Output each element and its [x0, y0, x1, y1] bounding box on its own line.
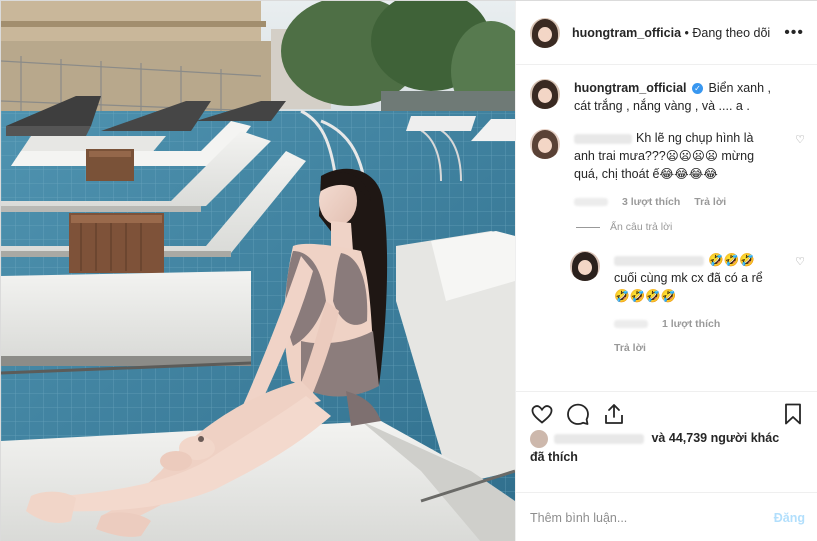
header-user-line: huongtram_officia • Đang theo dõi [572, 26, 770, 40]
comment: Kh lẽ ng chụp hình là anh trai mưa???😦😦😦… [530, 129, 805, 211]
comment-time-blurred [574, 198, 608, 206]
share-icon[interactable] [602, 402, 626, 426]
likes-suffix: đã thích [530, 449, 578, 464]
follow-status-button[interactable]: Đang theo dõi [692, 26, 770, 40]
likes-count[interactable]: và 44,739 người khác [651, 431, 779, 445]
bookmark-icon[interactable] [781, 402, 805, 426]
header-separator: • [681, 25, 693, 40]
commenter-avatar[interactable] [530, 129, 560, 159]
reply-like-heart-icon[interactable]: ♡ [795, 255, 805, 268]
liker-avatar[interactable] [530, 429, 548, 448]
add-comment-bar: Đăng [516, 492, 817, 541]
reply-reply-button[interactable]: Trả lời [614, 339, 646, 357]
comment-meta: 3 lượt thích Trả lời [574, 193, 774, 211]
header-username[interactable]: huongtram_officia [572, 26, 681, 40]
reply-likes[interactable]: 1 lượt thích [662, 315, 720, 333]
hide-replies-line [576, 226, 600, 228]
reply: 🤣🤣🤣 cuối cùng mk cx đã có a rể🤣🤣🤣🤣 1 lượ… [570, 251, 805, 357]
caption-avatar[interactable] [530, 79, 560, 109]
more-options-icon[interactable]: ••• [784, 24, 804, 42]
reply-meta: 1 lượt thích [614, 315, 774, 333]
reply-avatar[interactable] [570, 251, 600, 281]
heart-icon[interactable] [530, 402, 554, 426]
likes-section: và 44,739 người khác đã thích [516, 429, 817, 466]
commenter-username-blurred[interactable] [574, 133, 632, 144]
instagram-post: huongtram_officia • Đang theo dõi ••• hu… [0, 0, 817, 541]
liker-username-blurred[interactable] [554, 433, 644, 444]
post-side-panel: huongtram_officia • Đang theo dõi ••• hu… [515, 1, 817, 541]
comments-list: huongtram_official ✓ Biển xanh , cát trắ… [516, 65, 817, 391]
post-photo-illustration [1, 1, 515, 541]
post-header: huongtram_officia • Đang theo dõi ••• [516, 1, 817, 65]
caption-text-block: huongtram_official ✓ Biển xanh , cát trắ… [574, 79, 774, 115]
caption: huongtram_official ✓ Biển xanh , cát trắ… [530, 79, 805, 115]
reply-username-blurred[interactable] [614, 255, 704, 266]
caption-username[interactable]: huongtram_official [574, 81, 687, 95]
comment-body: Kh lẽ ng chụp hình là anh trai mưa???😦😦😦… [574, 129, 774, 211]
comment-like-heart-icon[interactable]: ♡ [795, 133, 805, 146]
reply-meta-2: Trả lời [614, 339, 774, 357]
hide-replies-button[interactable]: Ẩn câu trả lời [576, 221, 805, 233]
avatar[interactable] [530, 17, 560, 48]
reply-time-blurred [614, 320, 648, 328]
comment-likes[interactable]: 3 lượt thích [622, 193, 680, 211]
reply-button[interactable]: Trả lời [694, 193, 726, 211]
reply-body: 🤣🤣🤣 cuối cùng mk cx đã có a rể🤣🤣🤣🤣 1 lượ… [614, 251, 774, 357]
verified-icon: ✓ [692, 83, 703, 94]
post-photo[interactable] [1, 1, 515, 541]
hide-replies-label: Ẩn câu trả lời [610, 221, 673, 233]
post-comment-button[interactable]: Đăng [774, 511, 805, 525]
comment-icon[interactable] [566, 402, 590, 426]
comment-input[interactable] [530, 510, 774, 525]
